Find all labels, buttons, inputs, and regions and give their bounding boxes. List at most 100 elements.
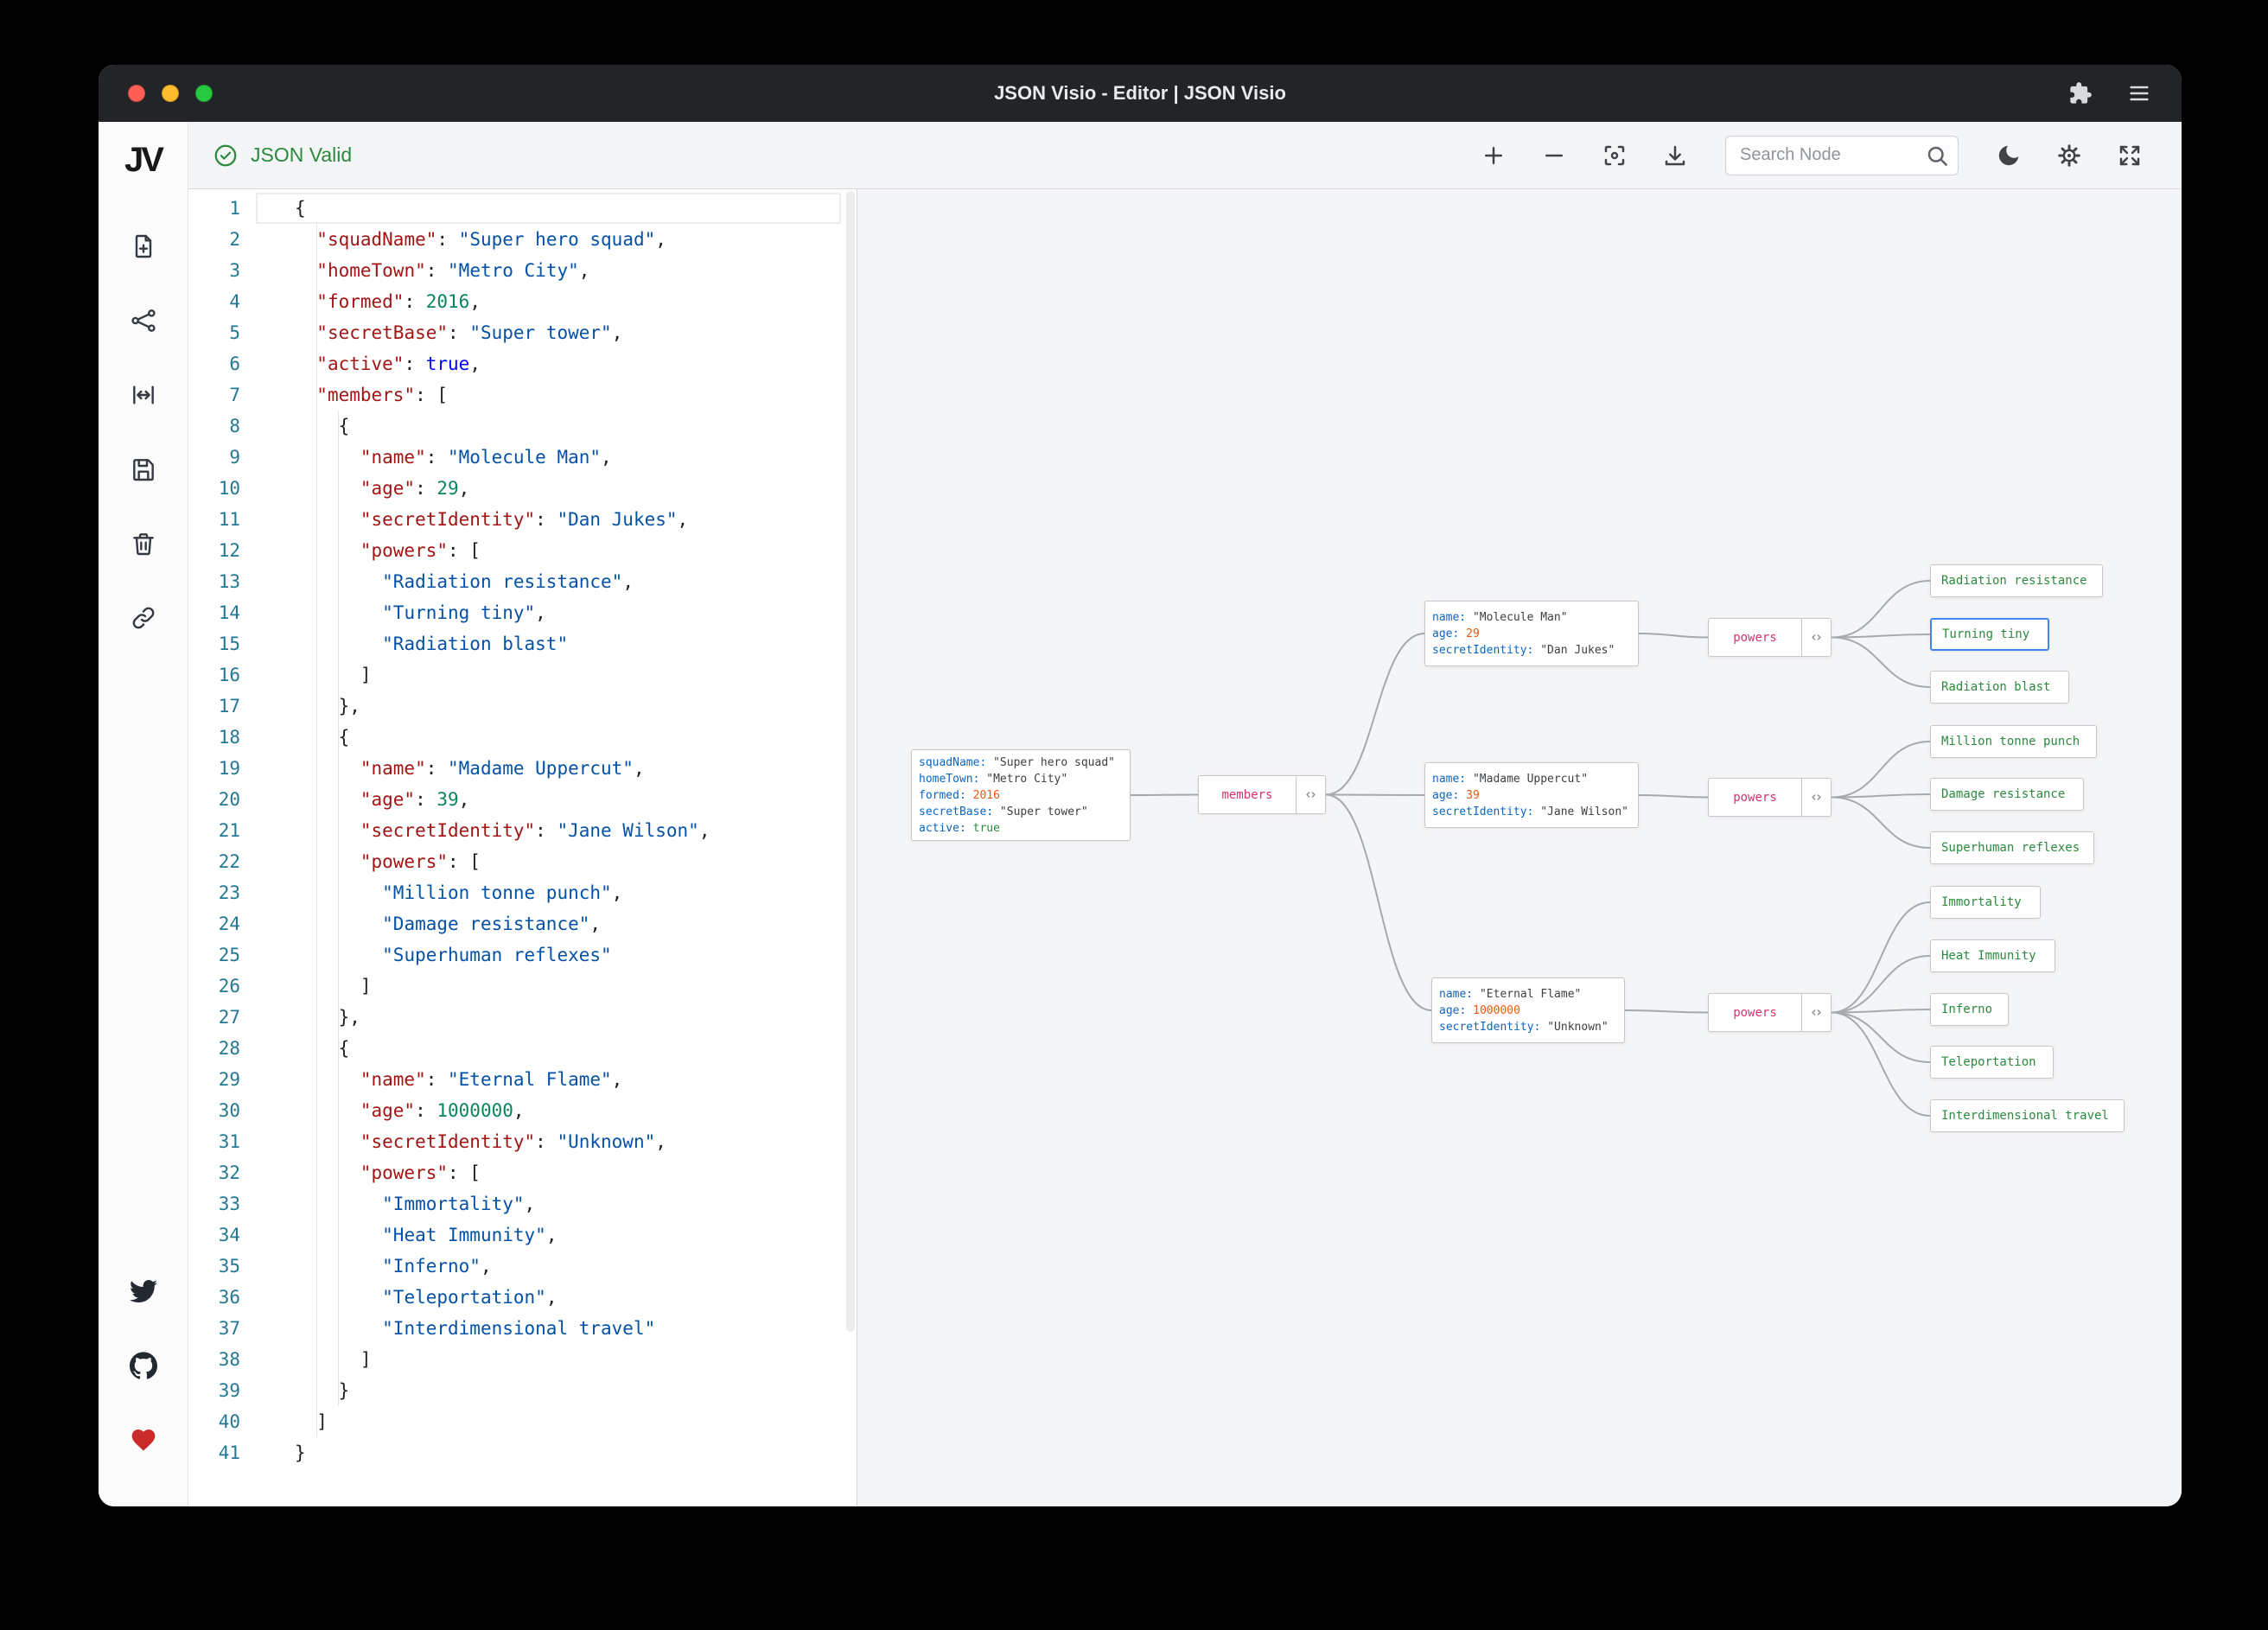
code-line: "Radiation blast" bbox=[382, 634, 569, 654]
fullscreen-button[interactable] bbox=[2112, 138, 2147, 173]
traffic-lights bbox=[99, 85, 213, 102]
graph-node-l10[interactable]: Teleportation bbox=[1930, 1046, 2054, 1079]
code-line: "secretIdentity": "Jane Wilson", bbox=[360, 820, 710, 841]
leaf-node-text: Million tonne punch bbox=[1941, 735, 2080, 748]
twitter-button[interactable] bbox=[119, 1267, 168, 1315]
collapse-node-button[interactable] bbox=[1296, 776, 1325, 813]
github-icon bbox=[129, 1352, 157, 1379]
minimize-button[interactable] bbox=[162, 85, 179, 102]
line-number: 26 bbox=[218, 976, 240, 996]
scrollbar-thumb[interactable] bbox=[846, 191, 855, 1332]
parent-node-label: powers bbox=[1733, 630, 1777, 645]
search-node-box bbox=[1725, 135, 1959, 175]
extension-puzzle-icon bbox=[2068, 81, 2093, 105]
leaf-node-text: Superhuman reflexes bbox=[1941, 841, 2080, 855]
graph-node-l5[interactable]: Damage resistance bbox=[1930, 778, 2084, 811]
graph-node-l1[interactable]: Radiation resistance bbox=[1930, 564, 2103, 597]
graph-node-l3[interactable]: Radiation blast bbox=[1930, 671, 2069, 704]
line-number: 17 bbox=[218, 696, 240, 716]
graph-node-l4[interactable]: Million tonne punch bbox=[1930, 725, 2097, 758]
leaf-node-text: Damage resistance bbox=[1941, 787, 2066, 801]
graph-node-l7[interactable]: Immortality bbox=[1930, 886, 2041, 919]
line-number: 27 bbox=[218, 1007, 240, 1028]
download-image-button[interactable] bbox=[1658, 138, 1692, 173]
graph-node-l6[interactable]: Superhuman reflexes bbox=[1930, 831, 2094, 864]
graph-node-m1[interactable]: name: "Molecule Man" age: 29 secretIdentit… bbox=[1424, 601, 1639, 666]
editor-code[interactable]: { "squadName": "Super hero squad", "home… bbox=[254, 189, 857, 1506]
close-button[interactable] bbox=[128, 85, 145, 102]
line-number: 28 bbox=[218, 1038, 240, 1059]
code-line: "name": "Molecule Man", bbox=[360, 447, 612, 468]
graph-node-l9[interactable]: Inferno bbox=[1930, 993, 2009, 1026]
code-line: ] bbox=[295, 1349, 372, 1370]
graph-node-l2[interactable]: Turning tiny bbox=[1930, 618, 2049, 651]
github-button[interactable] bbox=[119, 1341, 168, 1390]
code-line: "powers": [ bbox=[360, 851, 481, 872]
line-number: 1 bbox=[229, 198, 240, 219]
save-icon bbox=[130, 455, 157, 483]
zoom-in-button[interactable] bbox=[1476, 138, 1511, 173]
sponsor-button[interactable] bbox=[119, 1416, 168, 1464]
graph-edge bbox=[1325, 793, 1425, 796]
line-number: 12 bbox=[218, 540, 240, 561]
code-line: { bbox=[295, 727, 350, 748]
indent-guide bbox=[316, 224, 317, 1437]
code-line: "name": "Madame Uppercut", bbox=[360, 758, 645, 779]
line-number: 32 bbox=[218, 1162, 240, 1183]
collapse-node-button[interactable] bbox=[1801, 779, 1831, 816]
graph-node-p1[interactable]: powers bbox=[1708, 618, 1832, 657]
moon-icon bbox=[1996, 143, 2022, 169]
new-document-button[interactable] bbox=[119, 222, 168, 271]
plus-icon bbox=[1481, 143, 1507, 169]
delete-button[interactable] bbox=[119, 519, 168, 568]
leaf-node-text: Turning tiny bbox=[1942, 627, 2030, 641]
code-line: "Damage resistance", bbox=[382, 914, 602, 934]
leaf-node-text: Radiation resistance bbox=[1941, 574, 2087, 588]
code-line: "active": true, bbox=[316, 353, 481, 374]
code-line: "age": 29, bbox=[360, 478, 470, 499]
new-document-icon bbox=[130, 232, 157, 260]
browser-menu-button[interactable] bbox=[2123, 77, 2156, 110]
code-line: "secretIdentity": "Dan Jukes", bbox=[360, 509, 689, 530]
graph-node-m2[interactable]: name: "Madame Uppercut" age: 39 secretIden… bbox=[1424, 762, 1639, 828]
collapse-node-button[interactable] bbox=[1801, 619, 1831, 656]
graph-node-m3[interactable]: name: "Eternal Flame" age: 1000000 secretI… bbox=[1431, 977, 1625, 1043]
graph-canvas[interactable]: squadName: "Super hero squad" homeTown: "… bbox=[857, 189, 2182, 1506]
graph-node-l8[interactable]: Heat Immunity bbox=[1930, 939, 2055, 972]
center-view-button[interactable] bbox=[1597, 138, 1632, 173]
graph-edge bbox=[1831, 1011, 1931, 1117]
leaf-node-text: Interdimensional travel bbox=[1941, 1109, 2109, 1123]
share-link-button[interactable] bbox=[119, 594, 168, 642]
line-number: 11 bbox=[218, 509, 240, 530]
graph-node-members[interactable]: members bbox=[1198, 775, 1326, 814]
extensions-button[interactable] bbox=[2064, 77, 2097, 110]
graph-edge bbox=[1831, 796, 1931, 849]
json-valid-label: JSON Valid bbox=[251, 143, 353, 166]
code-line: "Turning tiny", bbox=[382, 602, 546, 623]
editor-scrollbar[interactable] bbox=[844, 189, 857, 1506]
graph-edge bbox=[1638, 794, 1709, 799]
line-number: 38 bbox=[218, 1349, 240, 1370]
dark-mode-toggle[interactable] bbox=[1991, 138, 2026, 173]
menu-icon bbox=[2127, 81, 2151, 105]
graph-edge bbox=[1831, 580, 1931, 639]
graph-node-root[interactable]: squadName: "Super hero squad" homeTown: "… bbox=[911, 749, 1131, 841]
line-number: 9 bbox=[229, 447, 240, 468]
fit-width-button[interactable] bbox=[119, 371, 168, 419]
graph-view-button[interactable] bbox=[119, 296, 168, 345]
line-number: 31 bbox=[218, 1131, 240, 1152]
code-line: "Radiation resistance", bbox=[382, 571, 634, 592]
graph-node-l11[interactable]: Interdimensional travel bbox=[1930, 1099, 2125, 1132]
zoom-button[interactable] bbox=[195, 85, 213, 102]
collapse-node-button[interactable] bbox=[1801, 994, 1831, 1031]
download-icon bbox=[1662, 143, 1688, 169]
app-logo[interactable]: JV bbox=[124, 141, 164, 180]
graph-node-p3[interactable]: powers bbox=[1708, 993, 1832, 1032]
code-line: "Heat Immunity", bbox=[382, 1225, 557, 1245]
graph-edge bbox=[1325, 793, 1432, 1011]
graph-node-p2[interactable]: powers bbox=[1708, 778, 1832, 817]
line-number: 23 bbox=[218, 882, 240, 903]
save-button[interactable] bbox=[119, 445, 168, 493]
zoom-out-button[interactable] bbox=[1537, 138, 1571, 173]
settings-button[interactable] bbox=[2052, 138, 2086, 173]
